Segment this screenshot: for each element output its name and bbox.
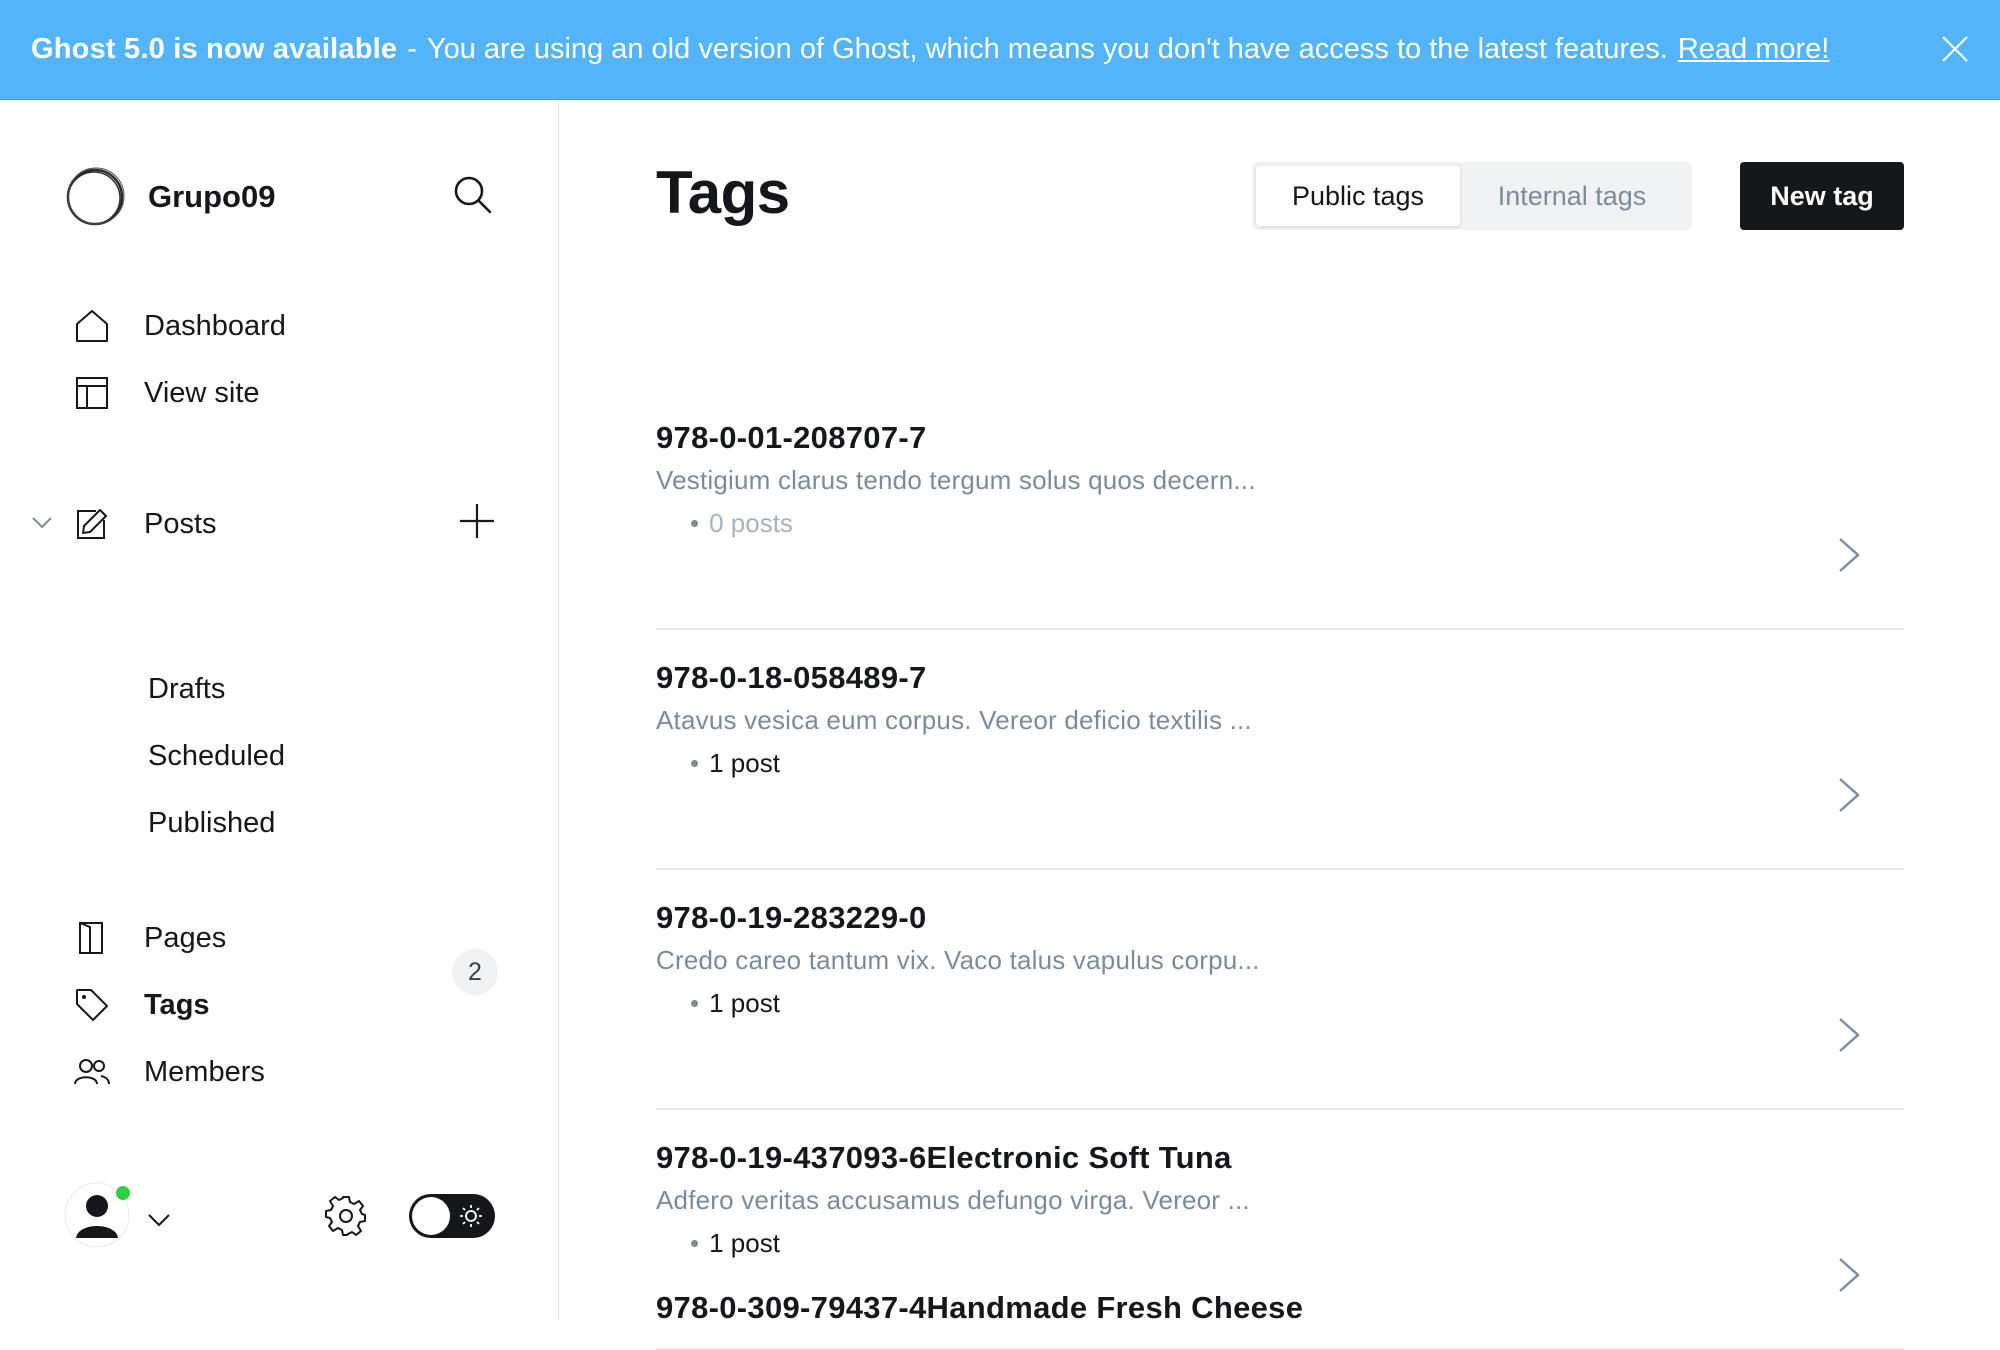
update-banner: Ghost 5.0 is now available - You are usi… [0, 0, 2000, 100]
nav-posts-label: Posts [144, 507, 217, 540]
tag-row[interactable]: 978-0-19-283229-0 Credo careo tantum vix… [656, 870, 1904, 1110]
nav-dashboard[interactable]: Dashboard [72, 306, 286, 346]
site-logo-icon [66, 167, 125, 226]
nav-view-site-label: View site [144, 376, 260, 409]
nav-view-site[interactable]: View site [72, 373, 260, 413]
chevron-right-icon [1839, 1258, 1860, 1292]
tag-description: Adfero veritas accusamus defungo virga. … [656, 1185, 1250, 1215]
site-brand[interactable]: Grupo09 [64, 166, 275, 228]
tag-post-count-value: 1 post [709, 748, 780, 778]
banner-message: You are using an old version of Ghost, w… [426, 33, 1668, 65]
avatar[interactable] [64, 1182, 130, 1248]
tag-post-count: • 1 post [690, 988, 780, 1019]
close-icon[interactable] [1940, 34, 1970, 64]
chevron-right-icon [1839, 538, 1860, 572]
bullet: • [690, 1228, 700, 1258]
chevron-right-icon [1839, 1018, 1860, 1052]
tag-name: 978-0-19-437093-6Electronic Soft Tuna [656, 1140, 1232, 1175]
toggle-knob [412, 1197, 450, 1235]
chevron-down-icon[interactable] [146, 1206, 172, 1232]
nav-pages[interactable]: Pages [72, 918, 226, 958]
banner-separator: - [407, 33, 417, 65]
nav-pages-label: Pages [144, 921, 227, 954]
banner-read-more-link[interactable]: Read more! [1678, 33, 1830, 66]
main-content: Tags Public tags Internal tags New tag 9… [560, 100, 2000, 1350]
tag-type-switch: Public tags Internal tags [1252, 162, 1692, 230]
page-icon [72, 918, 112, 958]
tag-description: Credo careo tantum vix. Vaco talus vapul… [656, 945, 1260, 975]
nav-members[interactable]: Members [72, 1052, 265, 1092]
search-icon[interactable] [452, 174, 494, 216]
tag-name[interactable]: 978-0-309-79437-4Handmade Fresh Cheese [656, 1290, 1303, 1326]
bullet: • [690, 508, 700, 538]
tag-post-count: • 1 post [690, 1228, 780, 1259]
tag-row[interactable]: 978-0-01-208707-7 Vestigium clarus tendo… [656, 390, 1904, 630]
tag-post-count-value: 1 post [709, 988, 780, 1018]
page-title: Tags [656, 159, 790, 226]
tab-public-tags[interactable]: Public tags [1256, 166, 1460, 226]
sidebar: Grupo09 Dashboard View site Posts Drafts… [0, 100, 559, 1320]
tag-post-count: • 0 posts [690, 508, 793, 539]
nav-dashboard-label: Dashboard [144, 309, 286, 342]
layout-icon [72, 373, 112, 413]
home-icon [72, 306, 112, 346]
tag-description: Vestigium clarus tendo tergum solus quos… [656, 465, 1256, 495]
nav-drafts[interactable]: Drafts [148, 673, 225, 706]
sun-icon [460, 1205, 482, 1227]
nav-scheduled[interactable]: Scheduled [148, 740, 285, 773]
chevron-down-icon[interactable] [30, 510, 54, 534]
nav-tags-label: Tags [144, 988, 210, 1021]
nav-published[interactable]: Published [148, 807, 275, 840]
members-count-badge: 2 [452, 949, 498, 995]
new-tag-button[interactable]: New tag [1740, 162, 1904, 230]
tag-post-count-value: 0 posts [709, 508, 793, 538]
tag-row[interactable]: 978-0-18-058489-7 Atavus vesica eum corp… [656, 630, 1904, 870]
tag-icon [72, 985, 112, 1025]
tab-internal-tags[interactable]: Internal tags [1460, 166, 1684, 226]
tag-description: Atavus vesica eum corpus. Vereor deficio… [656, 705, 1252, 735]
site-name: Grupo09 [148, 179, 276, 214]
nav-members-label: Members [144, 1055, 265, 1088]
tag-post-count: • 1 post [690, 748, 780, 779]
tag-name: 978-0-18-058489-7 [656, 660, 927, 695]
bullet: • [690, 988, 700, 1018]
nav-posts[interactable]: Posts [72, 504, 217, 544]
gear-icon[interactable] [324, 1194, 368, 1238]
bullet: • [690, 748, 700, 778]
edit-icon [72, 504, 112, 544]
nav-tags[interactable]: Tags [72, 985, 210, 1025]
tag-post-count-value: 1 post [709, 1228, 780, 1258]
theme-toggle[interactable] [409, 1194, 495, 1238]
plus-icon[interactable] [458, 502, 496, 540]
banner-strong: Ghost 5.0 is now available [31, 33, 398, 65]
tag-name: 978-0-19-283229-0 [656, 900, 927, 935]
members-icon [72, 1052, 112, 1092]
chevron-right-icon [1839, 778, 1860, 812]
tag-name: 978-0-01-208707-7 [656, 420, 927, 455]
